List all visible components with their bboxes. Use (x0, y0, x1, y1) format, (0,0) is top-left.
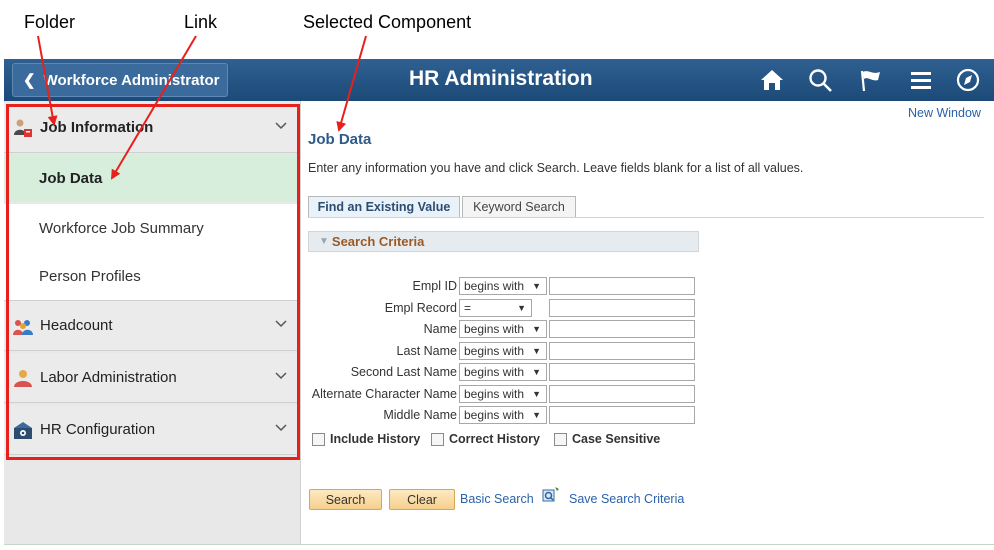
dropdown-arrow-icon: ▼ (532, 389, 541, 399)
operator-select[interactable]: begins with ▼ (459, 320, 547, 338)
last-name-input[interactable] (549, 342, 695, 360)
back-button-label: Workforce Administrator (43, 71, 220, 89)
field-label: Empl ID (412, 279, 457, 293)
name-input[interactable] (549, 320, 695, 338)
home-icon[interactable] (758, 67, 786, 93)
field-row-second-last-name: Second Last Name begins with ▼ (300, 363, 700, 383)
alternate-character-name-input[interactable] (549, 385, 695, 403)
field-row-middle-name: Middle Name begins with ▼ (300, 406, 700, 426)
operator-select[interactable]: begins with ▼ (459, 406, 547, 424)
operator-select[interactable]: begins with ▼ (459, 342, 547, 360)
empl-record-input[interactable] (549, 299, 695, 317)
checkbox-label: Include History (330, 432, 421, 446)
basic-search-link[interactable]: Basic Search (460, 492, 534, 506)
second-last-name-input[interactable] (549, 363, 695, 381)
chevron-left-icon: ❮ (23, 72, 36, 89)
compass-icon[interactable] (954, 67, 982, 93)
tab-find-existing-value[interactable]: Find an Existing Value (308, 196, 460, 217)
operator-select[interactable]: begins with ▼ (459, 385, 547, 403)
search-button[interactable]: Search (309, 489, 382, 510)
checkbox-label: Correct History (449, 432, 540, 446)
dropdown-arrow-icon: ▼ (532, 410, 541, 420)
field-label: Last Name (396, 344, 457, 358)
save-search-icon[interactable] (542, 486, 560, 504)
dropdown-arrow-icon: ▼ (532, 281, 541, 291)
checkbox-box[interactable] (312, 432, 325, 446)
field-row-empl-record: Empl Record = ▼ (300, 299, 700, 319)
flag-icon[interactable] (857, 67, 885, 93)
middle-name-input[interactable] (549, 406, 695, 424)
field-row-alternate-character-name: Alternate Character Name begins with ▼ (300, 385, 700, 405)
field-row-empl-id: Empl ID begins with ▼ (300, 277, 700, 297)
dropdown-arrow-icon: ▼ (517, 303, 526, 313)
field-label: Second Last Name (350, 365, 457, 379)
clear-button[interactable]: Clear (389, 489, 455, 510)
page-header-title: HR Administration (409, 67, 593, 90)
tab-divider (308, 217, 984, 218)
field-label: Name (423, 322, 457, 336)
operator-select[interactable]: begins with ▼ (459, 363, 547, 381)
field-label: Empl Record (384, 301, 457, 315)
annotation-link: Link (184, 12, 218, 32)
operator-select[interactable]: = ▼ (459, 299, 532, 317)
bottom-divider (4, 544, 994, 545)
navigation-highlight-box (6, 104, 300, 460)
include-history-checkbox[interactable]: Include History (312, 432, 420, 446)
dropdown-arrow-icon: ▼ (532, 346, 541, 356)
search-icon[interactable] (807, 67, 835, 93)
annotation-selected-component: Selected Component (303, 12, 472, 32)
checkbox-box[interactable] (554, 432, 567, 446)
field-row-name: Name begins with ▼ (300, 320, 700, 340)
tab-keyword-search[interactable]: Keyword Search (462, 196, 576, 217)
field-label: Middle Name (383, 408, 457, 422)
menu-icon[interactable] (907, 67, 935, 93)
field-label: Alternate Character Name (311, 387, 457, 401)
checkbox-box[interactable] (431, 432, 444, 446)
save-search-criteria-link[interactable]: Save Search Criteria (569, 492, 684, 506)
back-button[interactable]: ❮ Workforce Administrator (12, 63, 228, 97)
page-title: Job Data (308, 131, 372, 148)
checkbox-label: Case Sensitive (572, 432, 661, 446)
case-sensitive-checkbox[interactable]: Case Sensitive (554, 432, 660, 446)
empl-id-input[interactable] (549, 277, 695, 295)
dropdown-arrow-icon: ▼ (532, 367, 541, 377)
correct-history-checkbox[interactable]: Correct History (431, 432, 540, 446)
search-criteria-header[interactable]: ▼ Search Criteria (308, 231, 699, 252)
dropdown-arrow-icon: ▼ (532, 324, 541, 334)
new-window-link[interactable]: New Window (908, 106, 981, 120)
search-instructions: Enter any information you have and click… (308, 161, 804, 175)
search-criteria-title: Search Criteria (331, 234, 425, 249)
app-header: ❮ Workforce Administrator HR Administrat… (4, 59, 994, 101)
operator-select[interactable]: begins with ▼ (459, 277, 547, 295)
triangle-down-icon: ▼ (319, 236, 329, 247)
annotation-folder: Folder (24, 12, 76, 32)
field-row-last-name: Last Name begins with ▼ (300, 342, 700, 362)
